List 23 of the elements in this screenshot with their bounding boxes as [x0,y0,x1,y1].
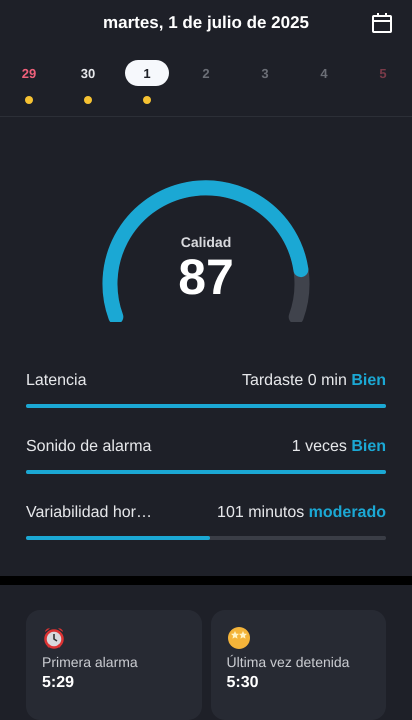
alarm-clock-icon [42,626,66,650]
metric-name: Latencia [26,372,86,390]
quality-score: 87 [178,250,234,305]
card-label: Última vez detenida [226,654,350,670]
metric-reading: Tardaste 0 min Bien [242,372,386,390]
day-tab[interactable]: 3 [243,60,287,86]
day-tab[interactable]: 5 [361,60,405,86]
date-title: martes, 1 de julio de 2025 [103,13,309,33]
day-tab[interactable]: 29 [7,60,51,86]
day-tab[interactable]: 4 [302,60,346,86]
metric-reading: 101 minutos moderado [217,504,386,522]
metric-reading: 1 veces Bien [292,438,386,456]
star-badge-icon [226,626,250,650]
quality-label: Calidad [180,234,232,250]
card-time: 5:30 [226,674,259,692]
card-label: Primera alarma [42,654,138,670]
card-time: 5:29 [42,674,74,692]
day-tab[interactable]: 2 [184,60,228,86]
calendar-icon[interactable] [371,12,393,34]
day-tab[interactable]: 30 [66,60,110,86]
metric-name: Sonido de alarma [26,438,152,456]
metric-name: Variabilidad hor… [26,504,152,522]
day-tab[interactable]: 1 [125,60,169,86]
